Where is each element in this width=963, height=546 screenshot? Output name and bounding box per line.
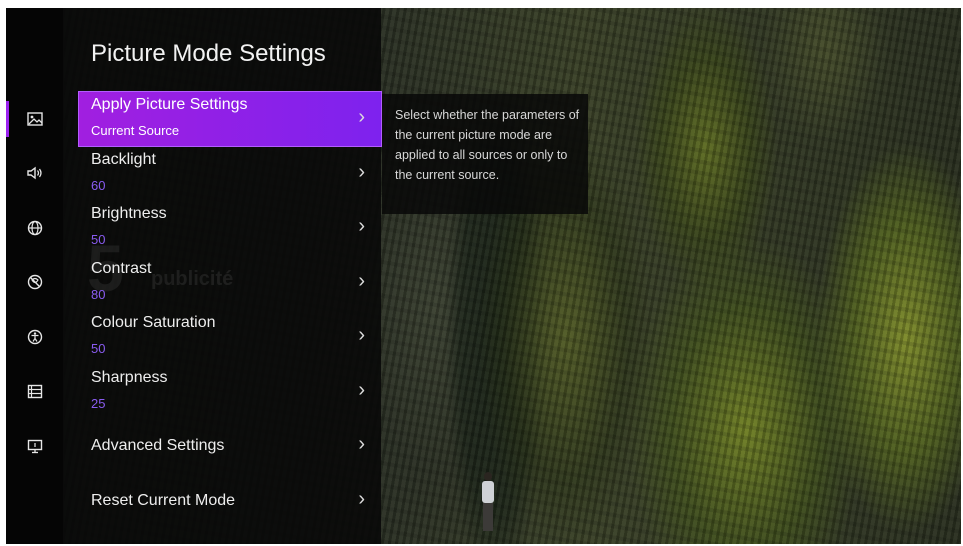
menu-item-colour-saturation[interactable]: Colour Saturation 50 › [79,310,381,364]
menu-item-value: 50 [91,232,106,247]
description-box: Select whether the parameters of the cur… [382,94,588,214]
privacy-icon[interactable] [6,264,63,300]
menu-item-value: 50 [91,341,106,356]
menu-item-advanced-settings[interactable]: Advanced Settings › [79,419,381,473]
chevron-right-icon: › [358,433,365,455]
menu-item-label: Sharpness [91,369,168,386]
tv-screen: Picture Mode Settings 5 publicité Apply … [6,8,961,544]
menu-item-label: Advanced Settings [91,437,225,454]
sound-icon[interactable] [6,155,63,191]
menu-item-label: Colour Saturation [91,314,216,331]
globe-icon[interactable] [6,210,63,246]
menu-item-label: Apply Picture Settings [91,96,248,113]
menu-item-backlight[interactable]: Backlight 60 › [79,147,381,201]
menu-item-brightness[interactable]: Brightness 50 › [79,201,381,255]
menu-item-value: 60 [91,178,106,193]
menu-item-value: 80 [91,287,106,302]
settings-panel: Picture Mode Settings 5 publicité Apply … [63,8,382,544]
menu-item-apply-picture-settings[interactable]: Apply Picture Settings Current Source › [78,91,382,147]
accessibility-icon[interactable] [6,319,63,355]
chevron-right-icon: › [358,270,365,292]
hiker-figure [480,472,496,532]
page-title: Picture Mode Settings [91,40,326,67]
picture-icon[interactable] [6,101,63,137]
menu-item-sharpness[interactable]: Sharpness 25 › [79,365,381,419]
menu-item-label: Brightness [91,205,167,222]
icon-rail [6,8,64,544]
chevron-right-icon: › [358,161,365,183]
menu-item-value: 25 [91,396,106,411]
description-text: Select whether the parameters of the cur… [395,108,580,182]
system-icon[interactable] [6,373,63,409]
menu-item-label: Contrast [91,260,152,277]
menu-item-reset-current-mode[interactable]: Reset Current Mode › [79,474,381,528]
chevron-right-icon: › [358,488,365,510]
menu-item-contrast[interactable]: Contrast 80 › [79,256,381,310]
menu-item-label: Reset Current Mode [91,492,236,509]
menu-item-value: Current Source [91,123,180,138]
chevron-right-icon: › [358,215,365,237]
chevron-right-icon: › [358,324,365,346]
chevron-right-icon: › [358,106,365,128]
menu-item-label: Backlight [91,151,156,168]
display-icon[interactable] [6,428,63,464]
chevron-right-icon: › [358,379,365,401]
